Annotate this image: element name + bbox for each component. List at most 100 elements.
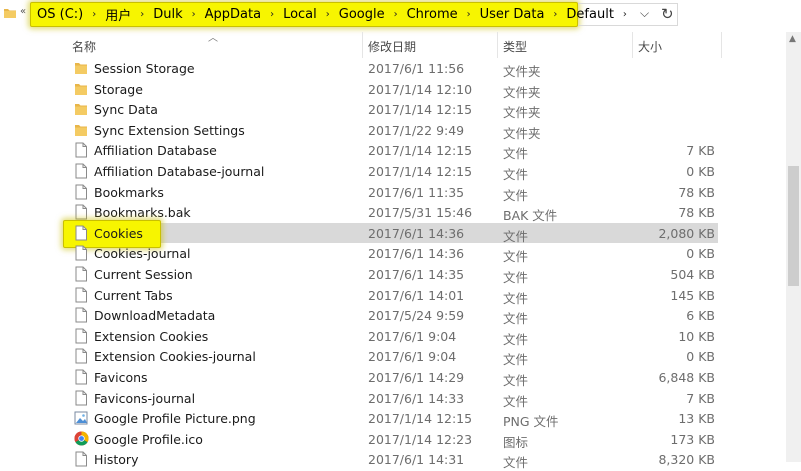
- breadcrumb-overflow-icon[interactable]: «: [20, 6, 26, 17]
- column-name[interactable]: 名称: [72, 38, 96, 55]
- breadcrumb-item[interactable]: Local: [283, 7, 317, 22]
- column-divider[interactable]: [721, 32, 722, 58]
- file-name[interactable]: Storage: [94, 82, 143, 97]
- breadcrumb-item[interactable]: User Data: [480, 7, 545, 22]
- breadcrumb-item[interactable]: AppData: [205, 7, 261, 22]
- file-row[interactable]: History 2017/6/1 14:31 文件 8,320 KB: [0, 449, 786, 470]
- file-row[interactable]: Google Profile Picture.png 2017/1/14 12:1…: [0, 408, 786, 429]
- file-type: 文件: [503, 228, 529, 244]
- file-icon: [74, 204, 88, 220]
- file-name[interactable]: DownloadMetadata: [94, 308, 215, 323]
- column-type[interactable]: 类型: [503, 38, 527, 55]
- file-row[interactable]: Affiliation Database 2017/1/14 12:15 文件 7 K…: [0, 140, 786, 161]
- chevron-right-icon[interactable]: ›: [326, 9, 330, 20]
- file-row[interactable]: Extension Cookies 2017/6/1 9:04 文件 10 KB: [0, 326, 786, 347]
- file-name[interactable]: Bookmarks.bak: [94, 205, 191, 220]
- file-row[interactable]: Favicons-journal 2017/6/1 14:33 文件 7 KB: [0, 388, 786, 409]
- file-row[interactable]: Favicons 2017/6/1 14:29 文件 6,848 KB: [0, 367, 786, 388]
- file-name[interactable]: Affiliation Database: [94, 143, 217, 158]
- file-date: 2017/6/1 14:31: [368, 452, 465, 468]
- breadcrumb-item[interactable]: Chrome: [407, 7, 458, 22]
- file-name[interactable]: Session Storage: [94, 61, 195, 76]
- breadcrumb-item[interactable]: OS (C:): [37, 7, 83, 22]
- file-name[interactable]: Cookies: [94, 226, 143, 241]
- file-row[interactable]: Affiliation Database-journal 2017/1/14 12…: [0, 161, 786, 182]
- file-row[interactable]: Extension Cookies-journal 2017/6/1 9:04 文件…: [0, 346, 786, 367]
- file-icon: [74, 369, 88, 385]
- vertical-scrollbar[interactable]: ▲: [786, 32, 801, 462]
- file-row[interactable]: Sync Extension Settings 2017/1/22 9:49 文件夹: [0, 120, 786, 141]
- column-divider[interactable]: [497, 32, 498, 58]
- column-header: ︿ 名称 修改日期 类型 大小: [0, 32, 786, 58]
- file-name[interactable]: Bookmarks: [94, 185, 164, 200]
- breadcrumb-item[interactable]: Google: [339, 7, 385, 22]
- breadcrumb-item[interactable]: Dulk: [153, 7, 182, 22]
- file-name[interactable]: Current Session: [94, 267, 193, 282]
- file-date: 2017/1/14 12:10: [368, 81, 473, 97]
- chevron-right-icon[interactable]: ›: [467, 9, 471, 20]
- file-row[interactable]: Google Profile.ico 2017/1/14 12:23 图标 173 K…: [0, 429, 786, 450]
- file-date: 2017/6/1 14:01: [368, 287, 465, 303]
- file-name[interactable]: Sync Data: [94, 102, 158, 117]
- file-name[interactable]: Affiliation Database-journal: [94, 164, 264, 179]
- file-icon: [74, 348, 88, 364]
- address-bar: « OS (C:) › 用户 › Dulk › AppData › Local › Google › C…: [0, 0, 801, 30]
- file-type: 文件: [503, 311, 529, 327]
- column-divider[interactable]: [362, 32, 363, 58]
- scroll-up-icon[interactable]: ▲: [789, 34, 796, 44]
- file-type: 文件: [503, 270, 529, 285]
- file-row[interactable]: Current Session 2017/6/1 14:35 文件 504 KB: [0, 264, 786, 285]
- file-name[interactable]: History: [94, 452, 138, 467]
- file-size: 10 KB: [678, 328, 715, 344]
- chevron-right-icon[interactable]: ›: [140, 9, 144, 20]
- file-row[interactable]: DownloadMetadata 2017/5/24 9:59 文件 6 KB: [0, 305, 786, 326]
- sort-ascending-icon: ︿: [208, 33, 218, 44]
- column-divider[interactable]: [632, 32, 633, 58]
- scroll-thumb[interactable]: [788, 166, 799, 286]
- column-date[interactable]: 修改日期: [368, 38, 416, 55]
- breadcrumb-item[interactable]: 用户: [105, 5, 131, 24]
- file-name[interactable]: Google Profile Picture.png: [94, 411, 256, 426]
- file-date: 2017/6/1 14:35: [368, 267, 465, 282]
- chevron-right-icon[interactable]: ›: [394, 9, 398, 20]
- folder-icon: [74, 60, 88, 76]
- file-type: 文件: [503, 331, 529, 347]
- file-row[interactable]: Session Storage 2017/6/1 11:56 文件夹: [0, 58, 786, 79]
- file-name[interactable]: Favicons: [94, 370, 148, 385]
- file-name[interactable]: Google Profile.ico: [94, 432, 203, 447]
- file-row[interactable]: Current Tabs 2017/6/1 14:01 文件 145 KB: [0, 285, 786, 306]
- file-type: 文件: [503, 373, 529, 388]
- file-size: 0 KB: [686, 349, 715, 365]
- file-row[interactable]: Bookmarks 2017/6/1 11:35 文件 78 KB: [0, 182, 786, 203]
- file-name[interactable]: Favicons-journal: [94, 391, 195, 406]
- chevron-right-icon[interactable]: ›: [192, 9, 196, 20]
- file-name[interactable]: Extension Cookies: [94, 329, 208, 344]
- file-name[interactable]: Sync Extension Settings: [94, 123, 245, 138]
- file-row[interactable]: Sync Data 2017/1/14 12:15 文件夹: [0, 99, 786, 120]
- file-size: 2,080 KB: [658, 225, 715, 241]
- chevron-right-icon[interactable]: ›: [270, 9, 274, 20]
- file-type: 文件: [503, 167, 529, 182]
- file-date: 2017/6/1 14:29: [368, 370, 465, 385]
- chevron-right-icon[interactable]: ›: [553, 9, 557, 20]
- file-size: 504 KB: [670, 267, 715, 282]
- file-date: 2017/5/24 9:59: [368, 308, 465, 324]
- file-type: 文件夹: [503, 64, 541, 79]
- file-icon: [74, 266, 88, 282]
- file-row[interactable]: Cookies 2017/6/1 14:36 文件 2,080 KB: [0, 219, 786, 248]
- refresh-icon[interactable]: ↻: [661, 5, 674, 23]
- file-row[interactable]: Storage 2017/1/14 12:10 文件夹: [0, 79, 786, 100]
- file-name[interactable]: Current Tabs: [94, 288, 173, 303]
- file-size: 8,320 KB: [658, 452, 715, 468]
- chevron-down-icon[interactable]: ⌵: [640, 6, 649, 21]
- breadcrumb[interactable]: OS (C:) › 用户 › Dulk › AppData › Local › Google › Chr…: [30, 2, 627, 27]
- file-type: BAK 文件: [503, 208, 558, 224]
- file-row[interactable]: Cookies-journal 2017/6/1 14:36 文件 0 KB: [0, 243, 786, 264]
- chevron-right-icon[interactable]: ›: [92, 9, 96, 20]
- file-name[interactable]: Extension Cookies-journal: [94, 349, 256, 364]
- file-name[interactable]: Cookies-journal: [94, 246, 190, 261]
- file-size: 145 KB: [670, 287, 715, 303]
- file-date: 2017/6/1 14:36: [368, 246, 465, 262]
- column-size[interactable]: 大小: [638, 38, 662, 55]
- file-type: 文件夹: [503, 84, 541, 100]
